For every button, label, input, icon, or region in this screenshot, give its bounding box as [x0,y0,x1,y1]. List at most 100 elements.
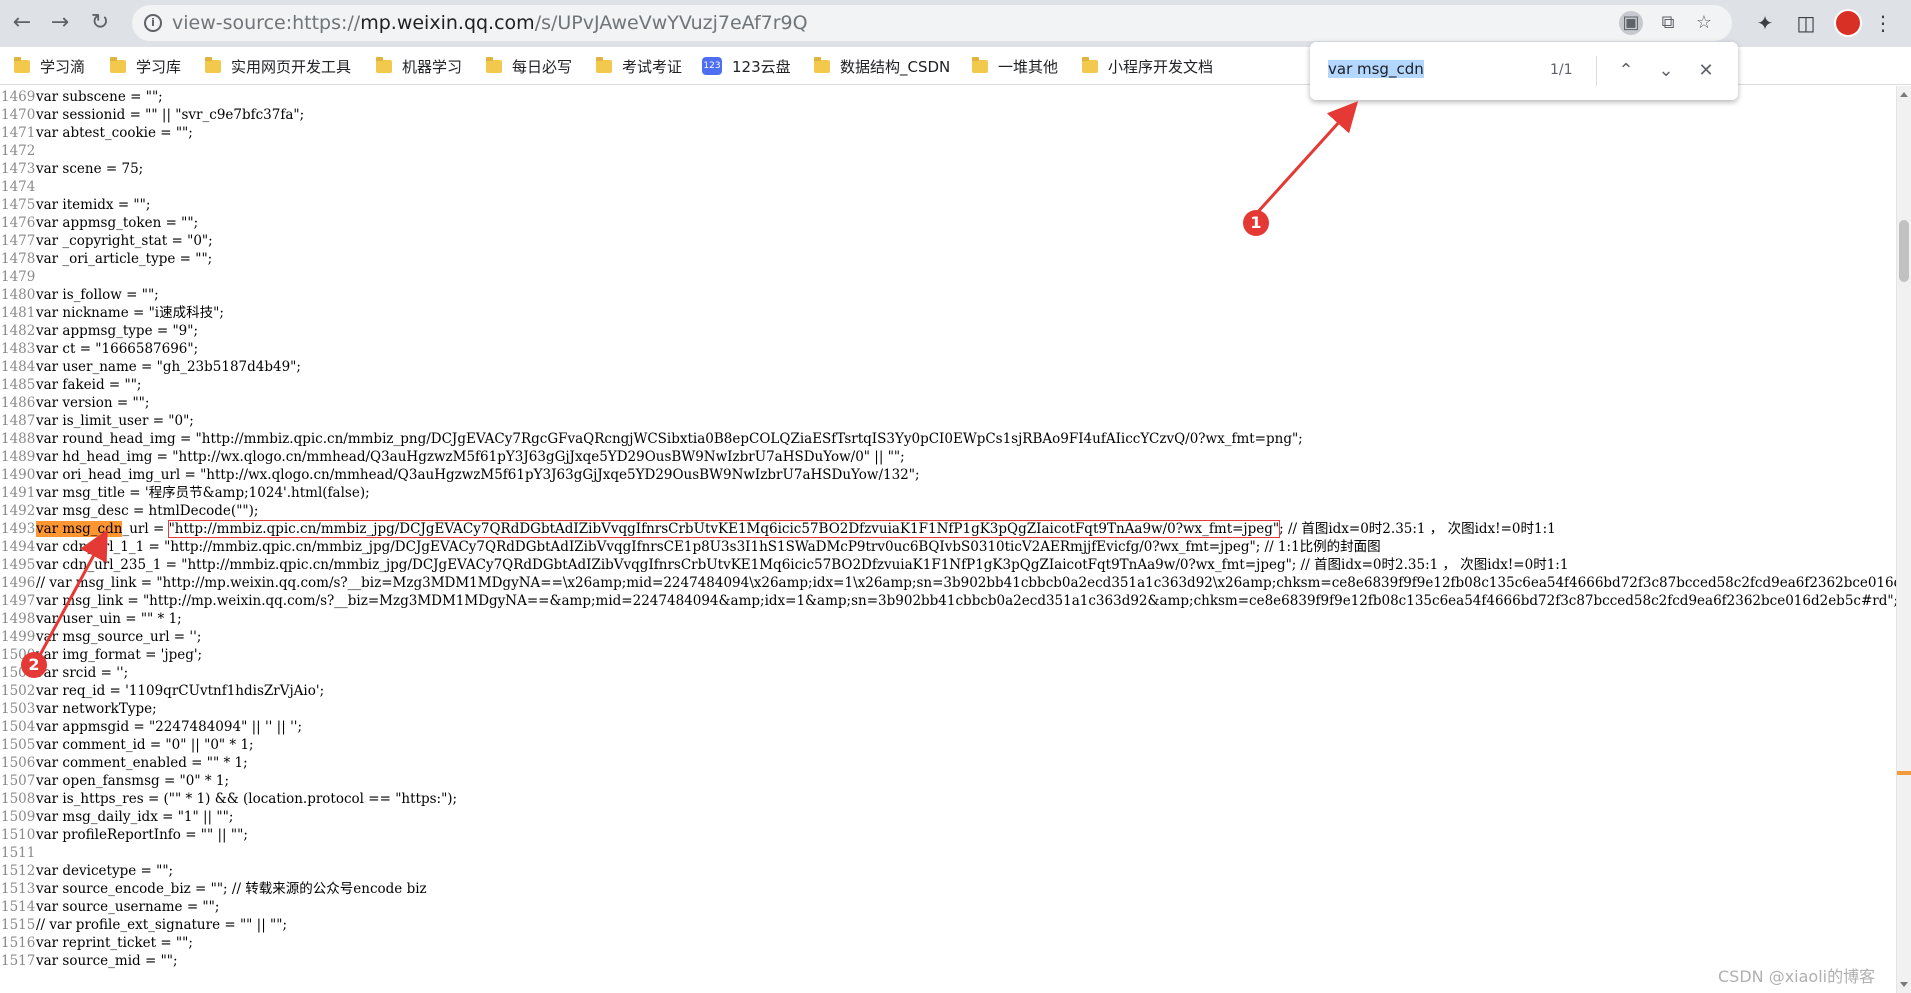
bookmark-item[interactable]: 一堆其他 [972,55,1058,77]
line-number: 1502 [1,683,36,699]
code-line: 1512var devicetype = ""; [0,862,173,880]
bookmark-item[interactable]: 每日必写 [486,55,572,77]
code-line: 1494var cdn_url_1_1 = "http://mmbiz.qpic… [0,538,1381,556]
lens-icon[interactable]: ▣ [1619,11,1643,35]
code-line: 1472 [0,142,36,160]
code-text: var msg_source_url = ''; [36,629,202,645]
code-line: 1508var is_https_res = ("" * 1) && (loca… [0,790,457,808]
bookmark-item[interactable]: 小程序开发文档 [1082,55,1213,77]
url-host: mp.weixin.qq.com [360,12,535,34]
scrollbar-thumb[interactable] [1899,220,1909,282]
bookmark-label: 数据结构_CSDN [840,57,951,76]
find-count: 1/1 [1550,62,1573,78]
url-prefix: view-source:https:// [172,12,361,34]
line-number: 1494 [1,539,36,555]
code-line: 1483var ct = "1666587696"; [0,340,198,358]
code-line: 1492var msg_desc = htmlDecode(""); [0,502,258,520]
code-line: 1497var msg_link = "http://mp.weixin.qq.… [0,592,1896,610]
sidepanel-icon[interactable]: ◫ [1793,10,1819,36]
bookmark-item[interactable]: 123 123云盘 [702,55,791,77]
vertical-scrollbar[interactable] [1896,86,1911,993]
scroll-up-arrow-icon[interactable] [1900,92,1908,97]
code-text: var comment_id = "0" || "0" * 1; [36,737,254,753]
code-line: 1514var source_username = ""; [0,898,219,916]
menu-icon[interactable]: ⋮ [1870,10,1896,36]
find-close-icon[interactable]: ✕ [1692,57,1720,85]
bookmark-label: 学习滴 [40,57,86,76]
url-text[interactable]: view-source:https://mp.weixin.qq.com/s/U… [172,12,808,34]
bookmark-label: 机器学习 [402,57,463,76]
code-text: var fakeid = ""; [36,377,142,393]
code-text: var ct = "1666587696"; [36,341,199,357]
line-number: 1515 [1,917,36,933]
find-input[interactable]: var msg_cdn [1328,60,1424,78]
address-bar[interactable]: i view-source:https://mp.weixin.qq.com/s… [132,5,1732,41]
code-text: var is_limit_user = "0"; [36,413,194,429]
annotation-badge-1: 1 [1243,210,1269,236]
line-number: 1514 [1,899,36,915]
code-text: var msg_daily_idx = "1" || ""; [36,809,234,825]
code-text: var req_id = '1109qrCUvtnf1hdisZrVjAio'; [36,683,325,699]
bookmark-item[interactable]: 学习库 [110,55,181,77]
scroll-down-arrow-icon[interactable] [1900,982,1908,987]
share-icon[interactable]: ⧉ [1656,11,1680,35]
code-line: 1516var reprint_ticket = ""; [0,934,193,952]
find-next-chevron-down-icon[interactable]: ⌄ [1652,57,1680,85]
code-text: var hd_head_img = "http://wx.qlogo.cn/mm… [36,449,905,465]
code-line: 1469var subscene = ""; [0,88,163,106]
code-text: _url = [122,521,169,537]
line-number: 1513 [1,881,36,897]
bookmark-item[interactable]: 学习滴 [14,55,85,77]
bookmark-item[interactable]: 机器学习 [376,55,462,77]
line-number: 1476 [1,215,36,231]
code-text: var reprint_ticket = ""; [36,935,193,951]
source-code-view[interactable]: 1469var subscene = ""; 1470var sessionid … [0,86,1896,993]
code-text: // var msg_link = "http://mp.weixin.qq.c… [36,575,1896,591]
code-text: var _copyright_stat = "0"; [36,233,213,249]
bookmark-item[interactable]: 实用网页开发工具 [205,55,351,77]
avatar[interactable] [1834,9,1862,37]
line-number: 1509 [1,809,36,825]
extensions-icon[interactable]: ✦ [1752,10,1778,36]
forward-icon[interactable]: → [46,9,74,37]
line-number: 1496 [1,575,36,591]
bookmark-item[interactable]: 数据结构_CSDN [814,55,950,77]
code-text: var abtest_cookie = ""; [36,125,193,141]
code-line: 1506var comment_enabled = "" * 1; [0,754,248,772]
folder-icon [486,56,502,73]
line-number: 1484 [1,359,36,375]
reload-icon[interactable]: ↻ [86,9,114,37]
back-icon[interactable]: ← [8,9,36,37]
code-line: 1475var itemidx = ""; [0,196,150,214]
code-text: var scene = 75; [36,161,144,177]
line-number: 1480 [1,287,36,303]
line-number: 1504 [1,719,36,735]
line-number: 1508 [1,791,36,807]
line-number: 1475 [1,197,36,213]
code-line: 1507var open_fansmsg = "0" * 1; [0,772,229,790]
watermark: CSDN @xiaoli的博客 [1718,967,1876,986]
code-text: var source_mid = ""; [36,953,178,969]
123pan-icon: 123 [702,57,722,75]
folder-icon [972,56,988,73]
code-line: 1489var hd_head_img = "http://wx.qlogo.c… [0,448,905,466]
line-number: 1490 [1,467,36,483]
folder-icon [14,56,30,73]
code-line: 1477var _copyright_stat = "0"; [0,232,213,250]
code-line: 1482var appmsg_type = "9"; [0,322,198,340]
line-number: 1470 [1,107,36,123]
bookmark-star-icon[interactable]: ☆ [1692,11,1716,35]
folder-icon [596,56,612,73]
find-previous-chevron-up-icon[interactable]: ⌃ [1612,57,1640,85]
site-info-icon[interactable]: i [144,14,162,32]
code-text: var devicetype = ""; [36,863,174,879]
bookmark-label: 一堆其他 [998,57,1059,76]
find-match-highlight: var msg_cdn [36,521,123,537]
code-text: var is_follow = ""; [36,287,159,303]
line-number: 1488 [1,431,36,447]
code-line: 1515// var profile_ext_signature = "" ||… [0,916,287,934]
code-line: 1478var _ori_article_type = ""; [0,250,212,268]
code-text: var source_encode_biz = ""; // 转载来源的公众号e… [36,881,427,897]
bookmark-item[interactable]: 考试考证 [596,55,682,77]
code-line: 1485var fakeid = ""; [0,376,141,394]
